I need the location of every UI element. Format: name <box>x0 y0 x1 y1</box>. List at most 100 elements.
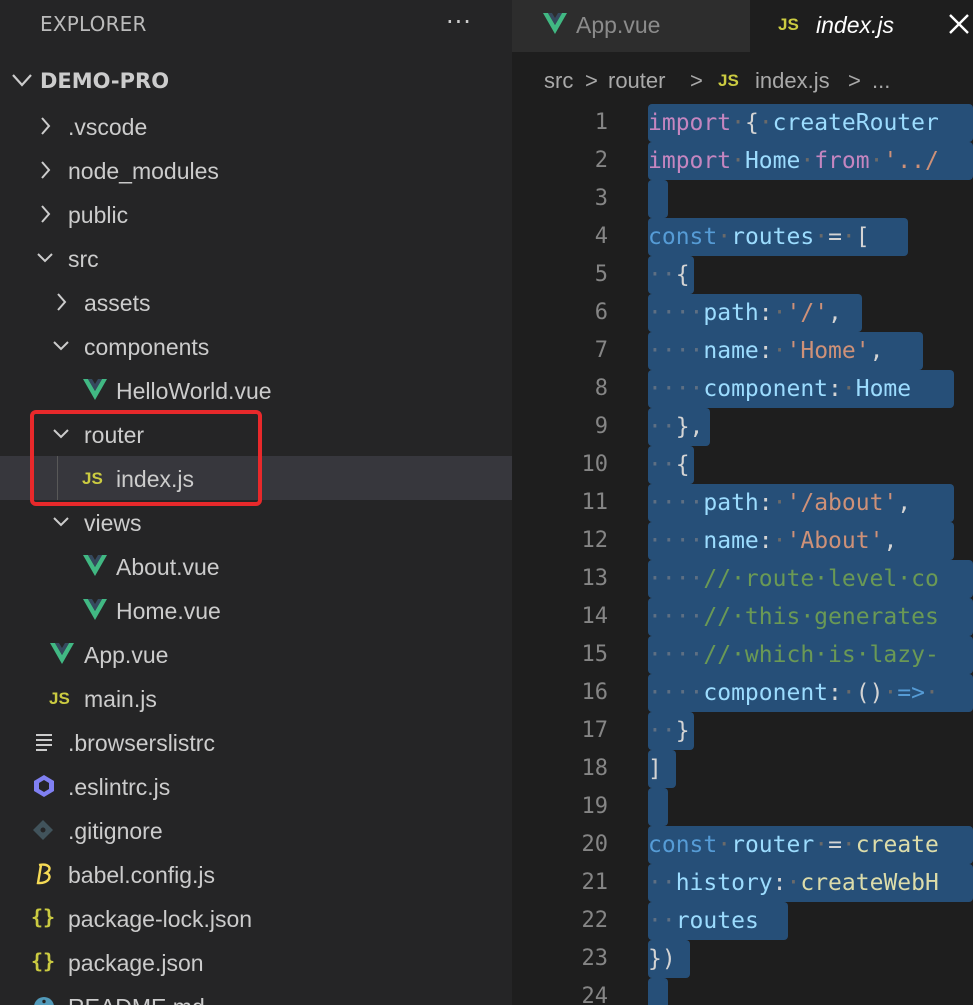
tree-item-label: About.vue <box>116 554 220 580</box>
line-number: 13 <box>581 566 609 591</box>
tree-item-eslintrc-js[interactable]: .eslintrc.js <box>0 764 512 808</box>
tree-item-router[interactable]: router <box>0 412 512 456</box>
code-token: //·route·level·co <box>703 566 939 592</box>
code-token: ·· <box>648 452 676 478</box>
breadcrumb-separator: > <box>690 68 703 93</box>
code-line: import·{·createRouter <box>648 104 939 142</box>
code-token: , <box>869 338 884 364</box>
code-token: name <box>703 338 759 364</box>
chevron-right-icon <box>41 161 51 179</box>
tree-item-label: babel.config.js <box>68 862 216 888</box>
breadcrumb-item[interactable]: index.js <box>755 68 830 94</box>
line-number: 12 <box>581 528 609 553</box>
line-number: 14 <box>581 604 609 629</box>
code-line: ····component:·Home <box>648 370 911 408</box>
chevron-right-icon <box>41 205 51 223</box>
tree-item-home-vue[interactable]: Home.vue <box>0 588 512 632</box>
code-token: createWebH <box>800 870 939 896</box>
tree-item-label: public <box>68 202 129 228</box>
vue-icon <box>83 555 107 576</box>
code-token: ·· <box>648 718 676 744</box>
code-line: import·Home·from·'../ <box>648 142 939 180</box>
code-token: , <box>828 300 842 326</box>
code-token: · <box>841 376 856 402</box>
code-token: 'Home' <box>786 338 870 364</box>
code-token: () <box>855 680 884 706</box>
more-actions-icon[interactable]: ··· <box>446 8 472 36</box>
tree-item-gitignore[interactable]: .gitignore <box>0 808 512 852</box>
line-number: 2 <box>594 148 608 173</box>
tree-item-assets[interactable]: assets <box>0 280 512 324</box>
code-token: · <box>800 148 815 174</box>
tree-item-index-js[interactable]: JS index.js <box>0 456 512 500</box>
code-token: '/' <box>786 300 829 326</box>
code-token: ···· <box>648 490 704 516</box>
tree-item-public[interactable]: public <box>0 192 512 236</box>
code-token: routes <box>731 224 815 250</box>
code-token: ·· <box>648 262 676 288</box>
line-number: 5 <box>594 262 608 287</box>
tree-item-app-vue[interactable]: App.vue <box>0 632 512 676</box>
chevron-down-icon <box>53 341 69 351</box>
breadcrumb-item[interactable]: router <box>608 68 665 94</box>
code-token: · <box>814 224 829 250</box>
chevron-right-icon <box>41 117 51 135</box>
line-number: 18 <box>581 756 609 781</box>
code-token: · <box>772 300 787 326</box>
code-token: = <box>828 224 842 250</box>
line-number: 6 <box>594 300 608 325</box>
code-line: ····name:·'Home', <box>648 332 883 370</box>
tree-item-readme-md[interactable]: README.md <box>0 984 512 1005</box>
tree-item-package-lock-json[interactable]: {} package-lock.json <box>0 896 512 940</box>
code-token: · <box>772 338 787 364</box>
code-line: ··{ <box>648 256 690 294</box>
tab-label: index.js <box>816 12 894 38</box>
tree-item-babel-config-js[interactable]: babel.config.js <box>0 852 512 896</box>
js-icon: JS <box>718 71 739 90</box>
js-icon: JS <box>49 689 70 708</box>
chevron-right-icon <box>57 293 67 311</box>
code-token: · <box>772 490 787 516</box>
tree-item-package-json[interactable]: {} package.json <box>0 940 512 984</box>
json-icon: {} <box>31 905 56 929</box>
tree-item-views[interactable]: views <box>0 500 512 544</box>
breadcrumb-item[interactable]: ... <box>872 68 890 94</box>
tree-item-helloworld-vue[interactable]: HelloWorld.vue <box>0 368 512 412</box>
tab-app-vue[interactable]: App.vue <box>512 0 750 52</box>
code-token: //·this·generates <box>703 604 939 630</box>
code-token: · <box>731 148 745 174</box>
tree-item-label: assets <box>84 290 151 316</box>
tab-index-js[interactable]: JS index.js <box>750 0 973 52</box>
tree-item-src[interactable]: src <box>0 236 512 280</box>
code-token: : <box>772 870 787 896</box>
tree-item-node-modules[interactable]: node_modules <box>0 148 512 192</box>
code-token: { <box>675 452 690 478</box>
code-line: ····component:·()·=>· <box>648 674 939 712</box>
git-icon <box>33 820 53 840</box>
tree-item-vscode[interactable]: .vscode <box>0 104 512 148</box>
line-number: 8 <box>594 376 608 401</box>
code-line: ····path:·'/about', <box>648 484 911 522</box>
code-line: const·router·=·create <box>648 826 939 864</box>
tree-item-components[interactable]: components <box>0 324 512 368</box>
code-token: ] <box>648 756 662 782</box>
code-token: , <box>883 528 898 554</box>
breadcrumb-item[interactable]: src <box>544 68 573 94</box>
vue-icon <box>83 379 107 400</box>
code-token: //·which·is·lazy- <box>703 642 939 668</box>
code-token: · <box>772 528 787 554</box>
code-token: ·· <box>648 870 676 896</box>
project-folder-row[interactable]: DEMO-PRO <box>0 60 512 104</box>
code-token: { <box>675 262 690 288</box>
code-token: · <box>786 870 801 896</box>
vue-icon <box>83 599 107 620</box>
babel-icon <box>36 863 51 885</box>
code-token: component <box>703 680 829 706</box>
chevron-down-icon <box>53 429 69 439</box>
code-token: : <box>828 376 842 402</box>
tree-item-main-js[interactable]: JS main.js <box>0 676 512 720</box>
close-icon[interactable] <box>945 10 973 38</box>
code-line: ··{ <box>648 446 690 484</box>
tree-item-about-vue[interactable]: About.vue <box>0 544 512 588</box>
tree-item-browserslistrc[interactable]: .browserslistrc <box>0 720 512 764</box>
